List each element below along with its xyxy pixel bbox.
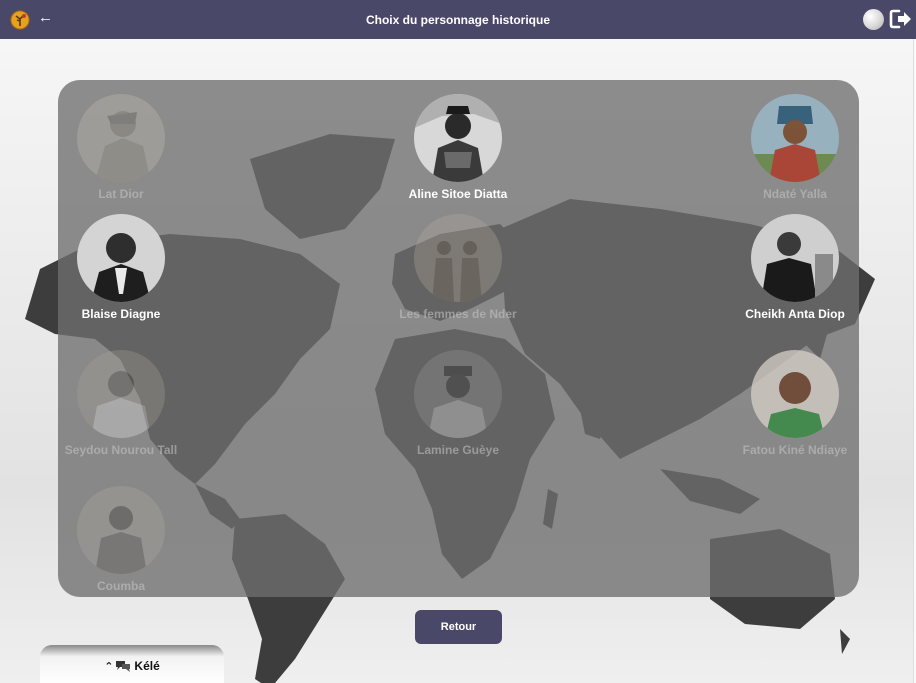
kele-chat-tab[interactable]: ⌃ Kélé (40, 645, 224, 683)
character-name: Seydou Nourou Tall (64, 443, 178, 457)
kele-tab-label: Kélé (134, 659, 160, 673)
logout-icon[interactable] (889, 8, 913, 30)
character-portrait (751, 94, 839, 182)
character-name: Lamine Guèye (416, 443, 500, 457)
character-portrait (414, 94, 502, 182)
character-name: Les femmes de Nder (399, 307, 517, 321)
character-name: Fatou Kiné Ndiaye (742, 443, 848, 457)
character-card-aline-sitoe-diatta[interactable]: Aline Sitoe Diatta (398, 94, 518, 202)
character-card-fatou-kine-ndiaye[interactable]: Fatou Kiné Ndiaye (735, 350, 855, 458)
character-name: Coumba (97, 579, 145, 593)
character-card-seydou-nourou-tall[interactable]: Seydou Nourou Tall (61, 350, 181, 458)
character-name: Ndaté Yalla (763, 187, 827, 201)
chat-bubbles-icon (116, 661, 131, 672)
character-portrait (77, 214, 165, 302)
character-name: Aline Sitoe Diatta (408, 187, 508, 201)
character-portrait (414, 214, 502, 302)
header-bar: ← Choix du personnage historique (0, 0, 916, 39)
character-selection-panel: Lat Dior Aline Sitoe Diatta Ndaté Yalla (58, 80, 859, 597)
baobab-globe-logo-icon[interactable] (10, 10, 30, 30)
character-portrait (751, 214, 839, 302)
character-card-lat-dior[interactable]: Lat Dior (61, 94, 181, 202)
character-card-blaise-diagne[interactable]: Blaise Diagne (61, 214, 181, 322)
character-card-coumba[interactable]: Coumba (61, 486, 181, 594)
character-portrait (77, 94, 165, 182)
globe-language-icon[interactable] (863, 9, 884, 30)
character-name: Blaise Diagne (81, 307, 161, 321)
character-name: Lat Dior (98, 187, 144, 201)
character-card-les-femmes-de-nder[interactable]: Les femmes de Nder (398, 214, 518, 322)
character-portrait (77, 486, 165, 574)
retour-button[interactable]: Retour (415, 610, 502, 644)
character-card-cheikh-anta-diop[interactable]: Cheikh Anta Diop (735, 214, 855, 322)
character-name: Cheikh Anta Diop (745, 307, 845, 321)
back-arrow-icon[interactable]: ← (38, 9, 53, 26)
character-portrait (751, 350, 839, 438)
character-card-lamine-gueye[interactable]: Lamine Guèye (398, 350, 518, 458)
page-title: Choix du personnage historique (365, 12, 550, 27)
chevron-up-icon: ⌃ (104, 660, 114, 673)
character-portrait (414, 350, 502, 438)
character-portrait (77, 350, 165, 438)
character-card-ndate-yalla[interactable]: Ndaté Yalla (735, 94, 855, 202)
